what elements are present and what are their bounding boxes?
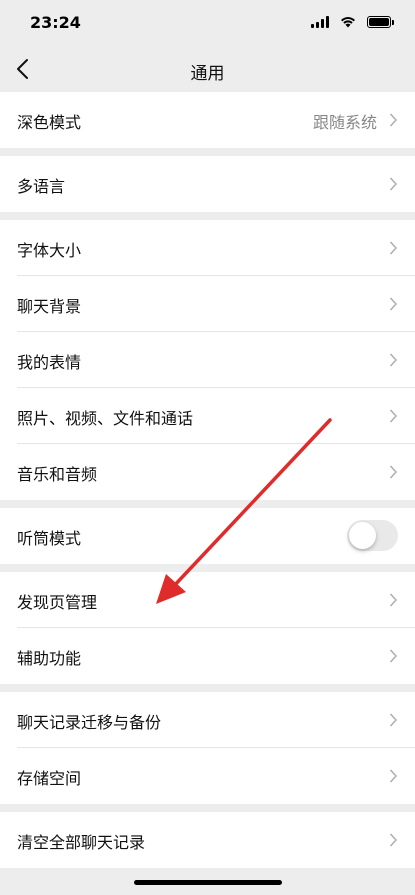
status-time: 23:24 [30, 13, 81, 32]
chevron-right-icon [389, 833, 398, 847]
chat-background-row[interactable]: 聊天背景 [0, 276, 415, 332]
discover-page-management-row[interactable]: 发现页管理 [0, 572, 415, 628]
chevron-right-icon [389, 297, 398, 311]
earpiece-mode-toggle[interactable] [347, 520, 398, 551]
music-audio-row[interactable]: 音乐和音频 [0, 444, 415, 500]
settings-group-language: 多语言 [0, 156, 415, 212]
row-label: 深色模式 [17, 113, 82, 132]
my-stickers-row[interactable]: 我的表情 [0, 332, 415, 388]
dark-mode-row[interactable]: 深色模式 跟随系统 [0, 92, 415, 148]
earpiece-mode-row: 听筒模式 [0, 508, 415, 564]
storage-space-row[interactable]: 存储空间 [0, 748, 415, 804]
wifi-icon [341, 17, 355, 28]
settings-group-earpiece: 听筒模式 [0, 508, 415, 564]
accessibility-row[interactable]: 辅助功能 [0, 628, 415, 684]
row-value: 跟随系统 [312, 113, 377, 132]
row-label: 听筒模式 [17, 529, 82, 548]
font-size-row[interactable]: 字体大小 [0, 220, 415, 276]
row-label: 字体大小 [17, 241, 82, 260]
cellular-signal-icon [311, 16, 331, 28]
chevron-right-icon [389, 177, 398, 191]
language-row[interactable]: 多语言 [0, 156, 415, 212]
battery-icon [367, 16, 394, 28]
chevron-right-icon [389, 593, 398, 607]
chevron-right-icon [389, 409, 398, 423]
clear-all-chat-history-row[interactable]: 清空全部聊天记录 [0, 812, 415, 868]
settings-group-chat-appearance: 字体大小 聊天背景 我的表情 照片、视频、文件和通话 音乐和音频 [0, 220, 415, 500]
settings-group-clear-history: 清空全部聊天记录 [0, 812, 415, 868]
settings-group-display-mode: 深色模式 跟随系统 [0, 92, 415, 148]
row-label: 多语言 [17, 177, 66, 196]
media-files-calls-row[interactable]: 照片、视频、文件和通话 [0, 388, 415, 444]
row-label: 音乐和音频 [17, 465, 98, 484]
row-label: 清空全部聊天记录 [17, 833, 146, 852]
chevron-right-icon [389, 465, 398, 479]
navigation-bar: 通用 [0, 46, 415, 92]
settings-group-storage: 聊天记录迁移与备份 存储空间 [0, 692, 415, 804]
chevron-right-icon [389, 241, 398, 255]
chevron-right-icon [389, 353, 398, 367]
status-bar: 23:24 [0, 0, 415, 46]
row-label: 聊天记录迁移与备份 [17, 713, 162, 732]
row-label: 辅助功能 [17, 649, 82, 668]
row-label: 照片、视频、文件和通话 [17, 409, 194, 428]
row-label: 存储空间 [17, 769, 82, 788]
page-title: 通用 [190, 64, 225, 84]
row-label: 我的表情 [17, 353, 82, 372]
chevron-right-icon [389, 113, 398, 127]
row-label: 聊天背景 [17, 297, 82, 316]
chevron-right-icon [389, 713, 398, 727]
home-indicator[interactable] [134, 880, 282, 885]
chevron-right-icon [389, 769, 398, 783]
toggle-knob [349, 522, 376, 549]
settings-group-discover: 发现页管理 辅助功能 [0, 572, 415, 684]
row-label: 发现页管理 [17, 593, 98, 612]
chat-history-migration-backup-row[interactable]: 聊天记录迁移与备份 [0, 692, 415, 748]
chevron-right-icon [389, 649, 398, 663]
